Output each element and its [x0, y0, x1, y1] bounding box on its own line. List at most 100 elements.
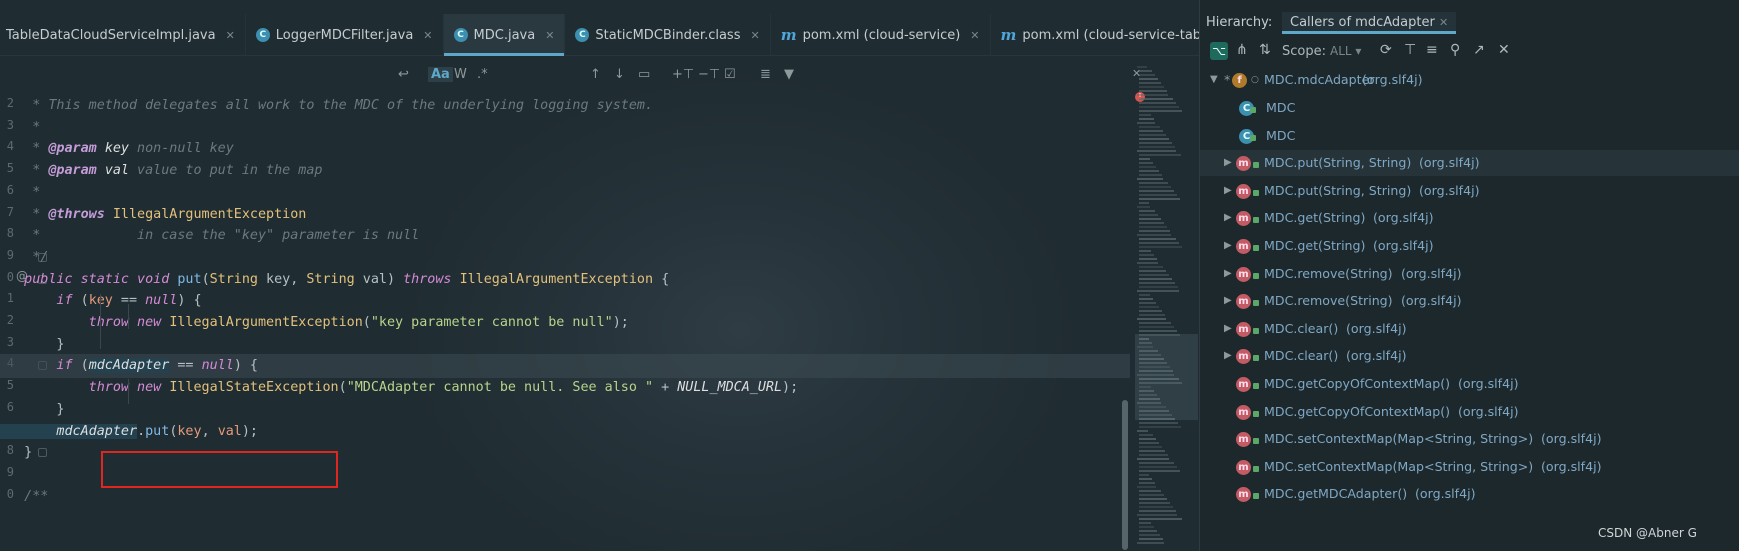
callee-hierarchy-icon[interactable]: ⋔	[1236, 42, 1248, 58]
filter-icon[interactable]: ▼	[784, 67, 794, 82]
tree-row[interactable]: m MDC.getCopyOfContextMap() (org.slf4j)	[1200, 371, 1739, 397]
code-token: "MDCAdapter cannot be null. See also "	[346, 380, 654, 396]
tree-row[interactable]: ▶ m MDC.get(String) (org.slf4j)	[1200, 205, 1739, 231]
code-token: throws	[403, 271, 460, 287]
tree-row-name: MDC.put(String, String)	[1264, 182, 1412, 198]
export-icon[interactable]: ↗	[1473, 42, 1485, 58]
code-token: @param	[48, 141, 97, 157]
code-line: /**	[0, 485, 48, 509]
tab-3[interactable]: C StaticMDCBinder.class ✕	[565, 14, 771, 56]
tree-row-package: (org.slf4j)	[1458, 403, 1519, 419]
expand-arrow-icon[interactable]: ▶	[1224, 150, 1232, 176]
caller-hierarchy-icon[interactable]: ⌥	[1210, 42, 1228, 60]
tree-row[interactable]: m MDC.setContextMap(Map<String, String>) (…	[1200, 426, 1739, 452]
arrow-down-icon[interactable]: ↓	[614, 67, 625, 82]
minimap-line	[1139, 186, 1171, 188]
public-access-icon	[1250, 107, 1256, 113]
public-access-icon	[1253, 189, 1259, 196]
tree-row[interactable]: m MDC.getCopyOfContextMap() (org.slf4j)	[1200, 399, 1739, 425]
regex-button[interactable]: .*	[477, 67, 488, 82]
expand-arrow-icon[interactable]: ▶	[1224, 233, 1232, 259]
minimap-line	[1139, 158, 1150, 160]
minimap-line	[1139, 442, 1159, 444]
close-icon[interactable]: ✕	[970, 29, 979, 42]
minimap-line	[1137, 318, 1166, 320]
code-token: IllegalArgumentException	[169, 315, 363, 330]
select-all-icon[interactable]: ▭	[638, 67, 650, 82]
sort-icon[interactable]: ⇅	[1259, 42, 1271, 58]
method-icon: m	[1236, 377, 1251, 392]
code-line: if (mdcAdapter == null) {	[0, 354, 1130, 379]
tree-root[interactable]: ▼ * f ○ MDC.mdcAdapter (org.slf4j)	[1200, 67, 1739, 93]
method-icon: m	[1236, 266, 1251, 282]
tree-row[interactable]: ▶ m MDC.clear() (org.slf4j)	[1200, 343, 1739, 369]
tree-row[interactable]: ▶ m MDC.put(String, String) (org.slf4j)	[1200, 178, 1739, 204]
tree-row[interactable]: m MDC.getMDCAdapter() (org.slf4j)	[1200, 481, 1739, 507]
close-icon[interactable]: ✕	[423, 29, 432, 42]
multiline-icon[interactable]: ≣	[760, 67, 771, 82]
tree-row-name: MDC.getCopyOfContextMap()	[1264, 376, 1451, 391]
close-icon[interactable]: ✕	[226, 29, 235, 42]
minimap-line	[1137, 486, 1156, 488]
code-line: * @param key non-null key	[0, 137, 234, 161]
pin-tab-icon[interactable]: ⊤	[1404, 42, 1416, 58]
code-token: ,	[201, 423, 218, 439]
tree-row[interactable]: ▶ m MDC.clear() (org.slf4j)	[1200, 316, 1739, 342]
add-occurrence-icon[interactable]: +⊤	[672, 67, 694, 82]
close-icon[interactable]: ✕	[545, 29, 554, 42]
tree-row[interactable]: ▶ m MDC.get(String) (org.slf4j)	[1200, 233, 1739, 259]
minimap[interactable]: !	[1135, 62, 1198, 551]
code-token: throw new	[0, 315, 170, 330]
minimap-line	[1139, 310, 1162, 312]
tree-row[interactable]: m MDC.setContextMap(Map<String, String>) (…	[1200, 454, 1739, 480]
minimap-line	[1139, 118, 1154, 120]
tree-row[interactable]: C MDC	[1200, 95, 1739, 121]
toggle-occurrence-icon[interactable]: ☑	[724, 67, 736, 82]
code-token: ==	[169, 358, 202, 374]
tree-row-name: MDC.getMDCAdapter()	[1264, 486, 1408, 502]
code-token: (	[80, 293, 89, 309]
code-token: .	[137, 423, 146, 439]
expand-arrow-icon[interactable]: ▶	[1224, 316, 1232, 342]
minimap-line	[1139, 242, 1179, 244]
class-icon: C	[255, 28, 270, 42]
tab-4[interactable]: m pom.xml (cloud-service) ✕	[771, 14, 991, 56]
refresh-icon[interactable]: ⟳	[1380, 42, 1392, 58]
tab-1[interactable]: C LoggerMDCFilter.java ✕	[246, 14, 444, 56]
tree-row[interactable]: ▶ m MDC.put(String, String) (org.slf4j)	[1200, 150, 1739, 177]
close-panel-icon[interactable]: ✕	[1498, 42, 1510, 58]
minimap-line	[1137, 178, 1163, 180]
pin-icon[interactable]: ⚲	[1450, 42, 1460, 58]
tab-callers[interactable]: Callers of mdcAdapter ✕	[1282, 12, 1457, 34]
arrow-up-icon[interactable]: ↑	[590, 67, 601, 82]
editor-scrollbar[interactable]	[1122, 400, 1128, 550]
tree-row[interactable]: ▶ m MDC.remove(String) (org.slf4j)	[1200, 288, 1739, 314]
replace-icon[interactable]: ↩	[398, 67, 409, 82]
expand-arrow-icon[interactable]: ▶	[1224, 205, 1232, 231]
match-case-button[interactable]: Aa	[428, 67, 453, 82]
minimap-line	[1137, 262, 1158, 264]
scope-select[interactable]: ALL ▾	[1330, 44, 1361, 58]
close-icon[interactable]: ✕	[750, 29, 759, 42]
expand-arrow-icon[interactable]: ▶	[1224, 178, 1232, 204]
tree-row[interactable]: C MDC	[1200, 123, 1739, 149]
expand-arrow-icon[interactable]: ▶	[1224, 343, 1232, 369]
indent-guide	[128, 304, 129, 329]
tree-row[interactable]: ▶ m MDC.remove(String) (org.slf4j)	[1200, 261, 1739, 287]
expand-arrow-icon[interactable]: ▼	[1210, 67, 1218, 93]
minimap-line	[1139, 190, 1174, 192]
expand-arrow-icon[interactable]: ▶	[1224, 261, 1232, 287]
method-icon: m	[1236, 294, 1251, 310]
collapse-all-icon[interactable]: ≡	[1426, 42, 1438, 58]
words-button[interactable]: W	[454, 67, 467, 82]
tab-2[interactable]: C MDC.java ✕	[443, 14, 566, 56]
method-icon: m	[1236, 459, 1251, 475]
remove-occurrence-icon[interactable]: −⊤	[698, 67, 720, 82]
close-icon[interactable]: ✕	[1439, 16, 1448, 29]
code-token: (	[80, 358, 89, 374]
expand-arrow-icon[interactable]: ▶	[1224, 288, 1232, 314]
tree-row-package: (org.slf4j)	[1373, 238, 1434, 253]
code-token: @throws	[48, 206, 105, 222]
tab-0[interactable]: TableDataCloudServiceImpl.java ✕	[0, 14, 246, 56]
